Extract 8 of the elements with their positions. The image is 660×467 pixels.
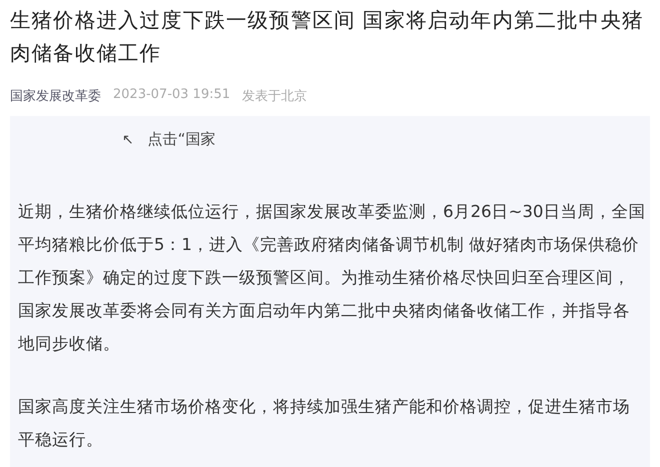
article-paragraph: 近期，生猪价格继续低位运行，据国家发展改革委监测，6月26日~30日当周，全国平均猪粮比价低于5：1，进入《完善政府猪肉储备调节机制 做好猪肉市场保供稳价工作预案》确定的过度下跌一级预警区间。为推动生猪价格尽快回归至合理区间，国家发展改革委将会同有关方面启动年内第二批中央猪肉储备收储工作，并指导各地同步收储。	[18, 201, 646, 355]
article-paragraph: 国家高度关注生猪市场价格变化，将持续加强生猪产能和价格调控，促进生猪市场平稳运行。	[18, 396, 631, 451]
follow-hint: 点击“国家	[148, 130, 216, 149]
publish-location: 发表于北京	[242, 88, 308, 105]
article-source[interactable]: 国家发展改革委	[10, 87, 101, 105]
publish-time: 2023-07-03 19:51	[113, 87, 230, 104]
article-title: 生猪价格进入过度下跌一级预警区间 国家将启动年内第二批中央猪肉储备收储工作	[10, 7, 645, 67]
arrow-icon: ↖	[122, 132, 134, 148]
